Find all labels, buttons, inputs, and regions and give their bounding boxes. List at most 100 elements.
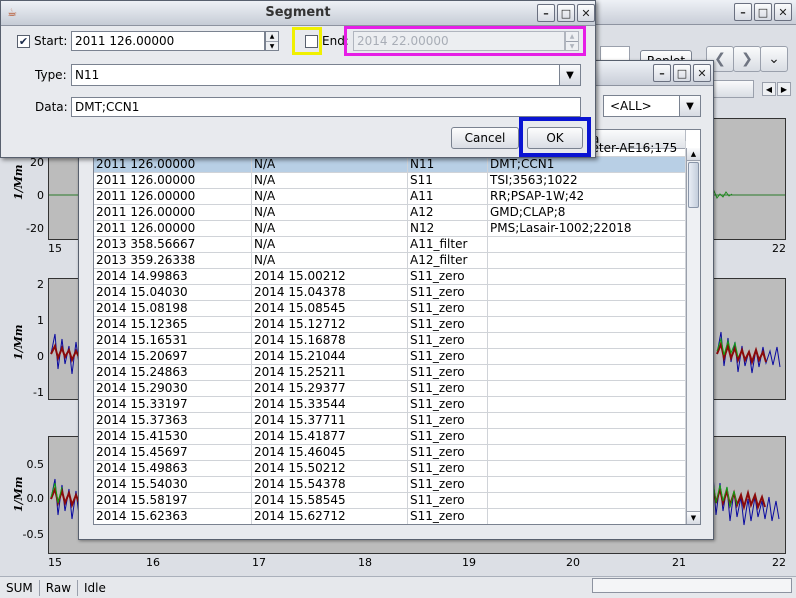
cell-start: 2014 15.04030 <box>94 285 252 300</box>
cell-end: 2014 15.21044 <box>252 349 408 364</box>
status-mode: SUM <box>0 579 40 596</box>
tab-scroll-left-icon[interactable]: ◀ <box>762 82 776 96</box>
table-row[interactable]: 2014 14.99863 2014 15.00212 S11_zero <box>94 269 686 285</box>
cell-data <box>488 333 686 348</box>
spinner-up-icon[interactable]: ▲ <box>266 32 278 42</box>
maximize-icon[interactable]: □ <box>673 64 691 82</box>
cell-data <box>488 381 686 396</box>
minimize-icon[interactable]: – <box>537 4 555 22</box>
chevron-down-icon[interactable]: ⌄ <box>760 46 788 72</box>
type-label: Type: <box>35 68 67 82</box>
spinner-up-icon[interactable]: ▲ <box>566 32 578 42</box>
cell-end: 2014 15.37711 <box>252 413 408 428</box>
cell-type: A11_filter <box>408 237 488 252</box>
table-row[interactable]: 2014 15.16531 2014 15.16878 S11_zero <box>94 333 686 349</box>
cell-data <box>488 253 686 268</box>
start-time-input[interactable]: 2011 126.00000 <box>71 31 265 51</box>
table-row[interactable]: 2011 126.00000 N/A A12 GMD;CLAP;8 <box>94 205 686 221</box>
spinner-down-icon[interactable]: ▼ <box>266 42 278 51</box>
chevron-down-icon[interactable]: ▼ <box>679 96 700 116</box>
table-row[interactable]: 2014 15.29030 2014 15.29377 S11_zero <box>94 381 686 397</box>
cell-data <box>488 349 686 364</box>
table-row[interactable]: 2011 126.00000 N/A N11 DMT;CCN1 <box>94 157 686 173</box>
plot-2-ytick: 1 <box>37 314 44 327</box>
cell-end: 2014 15.54378 <box>252 477 408 492</box>
cell-end: 2014 15.16878 <box>252 333 408 348</box>
cell-type: S11_zero <box>408 461 488 476</box>
cell-start: 2011 126.00000 <box>94 173 252 188</box>
end-time-spinner[interactable]: ▲ ▼ <box>565 31 579 51</box>
cell-type: S11_zero <box>408 477 488 492</box>
table-row[interactable]: 2014 15.37363 2014 15.37711 S11_zero <box>94 413 686 429</box>
table-vertical-scrollbar[interactable]: ▲ ▼ <box>686 148 700 524</box>
table-row[interactable]: 2014 15.41530 2014 15.41877 S11_zero <box>94 429 686 445</box>
cell-start: 2014 15.08198 <box>94 301 252 316</box>
table-row[interactable]: 2014 15.24863 2014 15.25211 S11_zero <box>94 365 686 381</box>
plot-1-xtick: 22 <box>772 242 786 255</box>
app-window-controls: – □ ✕ <box>734 3 792 21</box>
scroll-down-icon[interactable]: ▼ <box>687 511 700 524</box>
table-row[interactable]: 2014 15.58197 2014 15.58545 S11_zero <box>94 493 686 509</box>
cell-type: S11_zero <box>408 397 488 412</box>
table-row[interactable]: 2014 15.49863 2014 15.50212 S11_zero <box>94 461 686 477</box>
cell-data <box>488 285 686 300</box>
ok-button[interactable]: OK <box>527 127 583 149</box>
table-row[interactable]: 2013 359.26338 N/A A12_filter <box>94 253 686 269</box>
type-filter-value: <ALL> <box>610 99 652 113</box>
cell-start: 2011 126.00000 <box>94 221 252 236</box>
cell-type: S11_zero <box>408 317 488 332</box>
tab-scroll-right-icon[interactable]: ▶ <box>777 82 791 96</box>
table-row[interactable]: 2014 15.54030 2014 15.54378 S11_zero <box>94 477 686 493</box>
chevron-down-icon[interactable]: ▼ <box>559 65 580 85</box>
list-window-controls: – □ ✕ <box>653 64 711 82</box>
cancel-button[interactable]: Cancel <box>451 127 519 149</box>
type-filter-select[interactable]: <ALL> ▼ <box>603 95 701 117</box>
start-time-spinner[interactable]: ▲ ▼ <box>265 31 279 51</box>
table-row[interactable]: 2014 15.45697 2014 15.46045 S11_zero <box>94 445 686 461</box>
next-chevron-icon[interactable]: ❯ <box>733 46 761 72</box>
table-row[interactable]: 2014 15.04030 2014 15.04378 S11_zero <box>94 285 686 301</box>
table-row[interactable]: 2014 15.62363 2014 15.62712 S11_zero <box>94 509 686 524</box>
cell-start: 2014 15.41530 <box>94 429 252 444</box>
minimize-icon[interactable]: – <box>734 3 752 21</box>
close-icon[interactable]: ✕ <box>774 3 792 21</box>
cell-start: 2014 15.54030 <box>94 477 252 492</box>
table-row[interactable]: 2011 126.00000 N/A S11 TSI;3563;1022 <box>94 173 686 189</box>
cell-start: 2014 15.49863 <box>94 461 252 476</box>
maximize-icon[interactable]: □ <box>557 4 575 22</box>
cell-type: S11 <box>408 173 488 188</box>
maximize-icon[interactable]: □ <box>754 3 772 21</box>
end-time-input[interactable]: 2014 22.00000 <box>353 31 565 51</box>
cell-type: S11_zero <box>408 349 488 364</box>
cell-start: 2011 126.00000 <box>94 205 252 220</box>
start-checkbox[interactable]: ✔ <box>17 35 30 48</box>
table-row[interactable]: 2014 15.12365 2014 15.12712 S11_zero <box>94 317 686 333</box>
x-axis-tick: 22 <box>772 556 786 569</box>
cell-start: 2011 126.00000 <box>94 157 252 172</box>
scrollbar-thumb[interactable] <box>688 162 699 208</box>
cell-end: 2014 15.33544 <box>252 397 408 412</box>
cell-type: N12 <box>408 221 488 236</box>
cell-end: 2014 15.12712 <box>252 317 408 332</box>
cell-start: 2014 15.12365 <box>94 317 252 332</box>
type-combobox[interactable]: N11 ▼ <box>71 64 581 86</box>
table-row[interactable]: 2011 126.00000 N/A N12 PMS;Lasair-1002;2201… <box>94 221 686 237</box>
scroll-up-icon[interactable]: ▲ <box>687 148 700 161</box>
cell-end: 2014 15.00212 <box>252 269 408 284</box>
table-row[interactable]: 2014 15.08198 2014 15.08545 S11_zero <box>94 301 686 317</box>
table-row[interactable]: 2014 15.33197 2014 15.33544 S11_zero <box>94 397 686 413</box>
plot-3-ytick: 0.0 <box>26 492 45 505</box>
close-icon[interactable]: ✕ <box>693 64 711 82</box>
close-icon[interactable]: ✕ <box>577 4 595 22</box>
table-row[interactable]: 2013 358.56667 N/A A11_filter <box>94 237 686 253</box>
table-row[interactable]: 2011 126.00000 N/A A11 RR;PSAP-1W;42 <box>94 189 686 205</box>
spinner-down-icon[interactable]: ▼ <box>566 42 578 51</box>
type-value: N11 <box>75 68 100 82</box>
minimize-icon[interactable]: – <box>653 64 671 82</box>
dialog-titlebar: ☕ Segment – □ ✕ <box>1 1 595 26</box>
end-checkbox[interactable] <box>305 35 318 48</box>
data-input[interactable]: DMT;CCN1 <box>71 97 581 117</box>
cell-end: N/A <box>252 173 408 188</box>
cell-data <box>488 269 686 284</box>
table-row[interactable]: 2014 15.20697 2014 15.21044 S11_zero <box>94 349 686 365</box>
